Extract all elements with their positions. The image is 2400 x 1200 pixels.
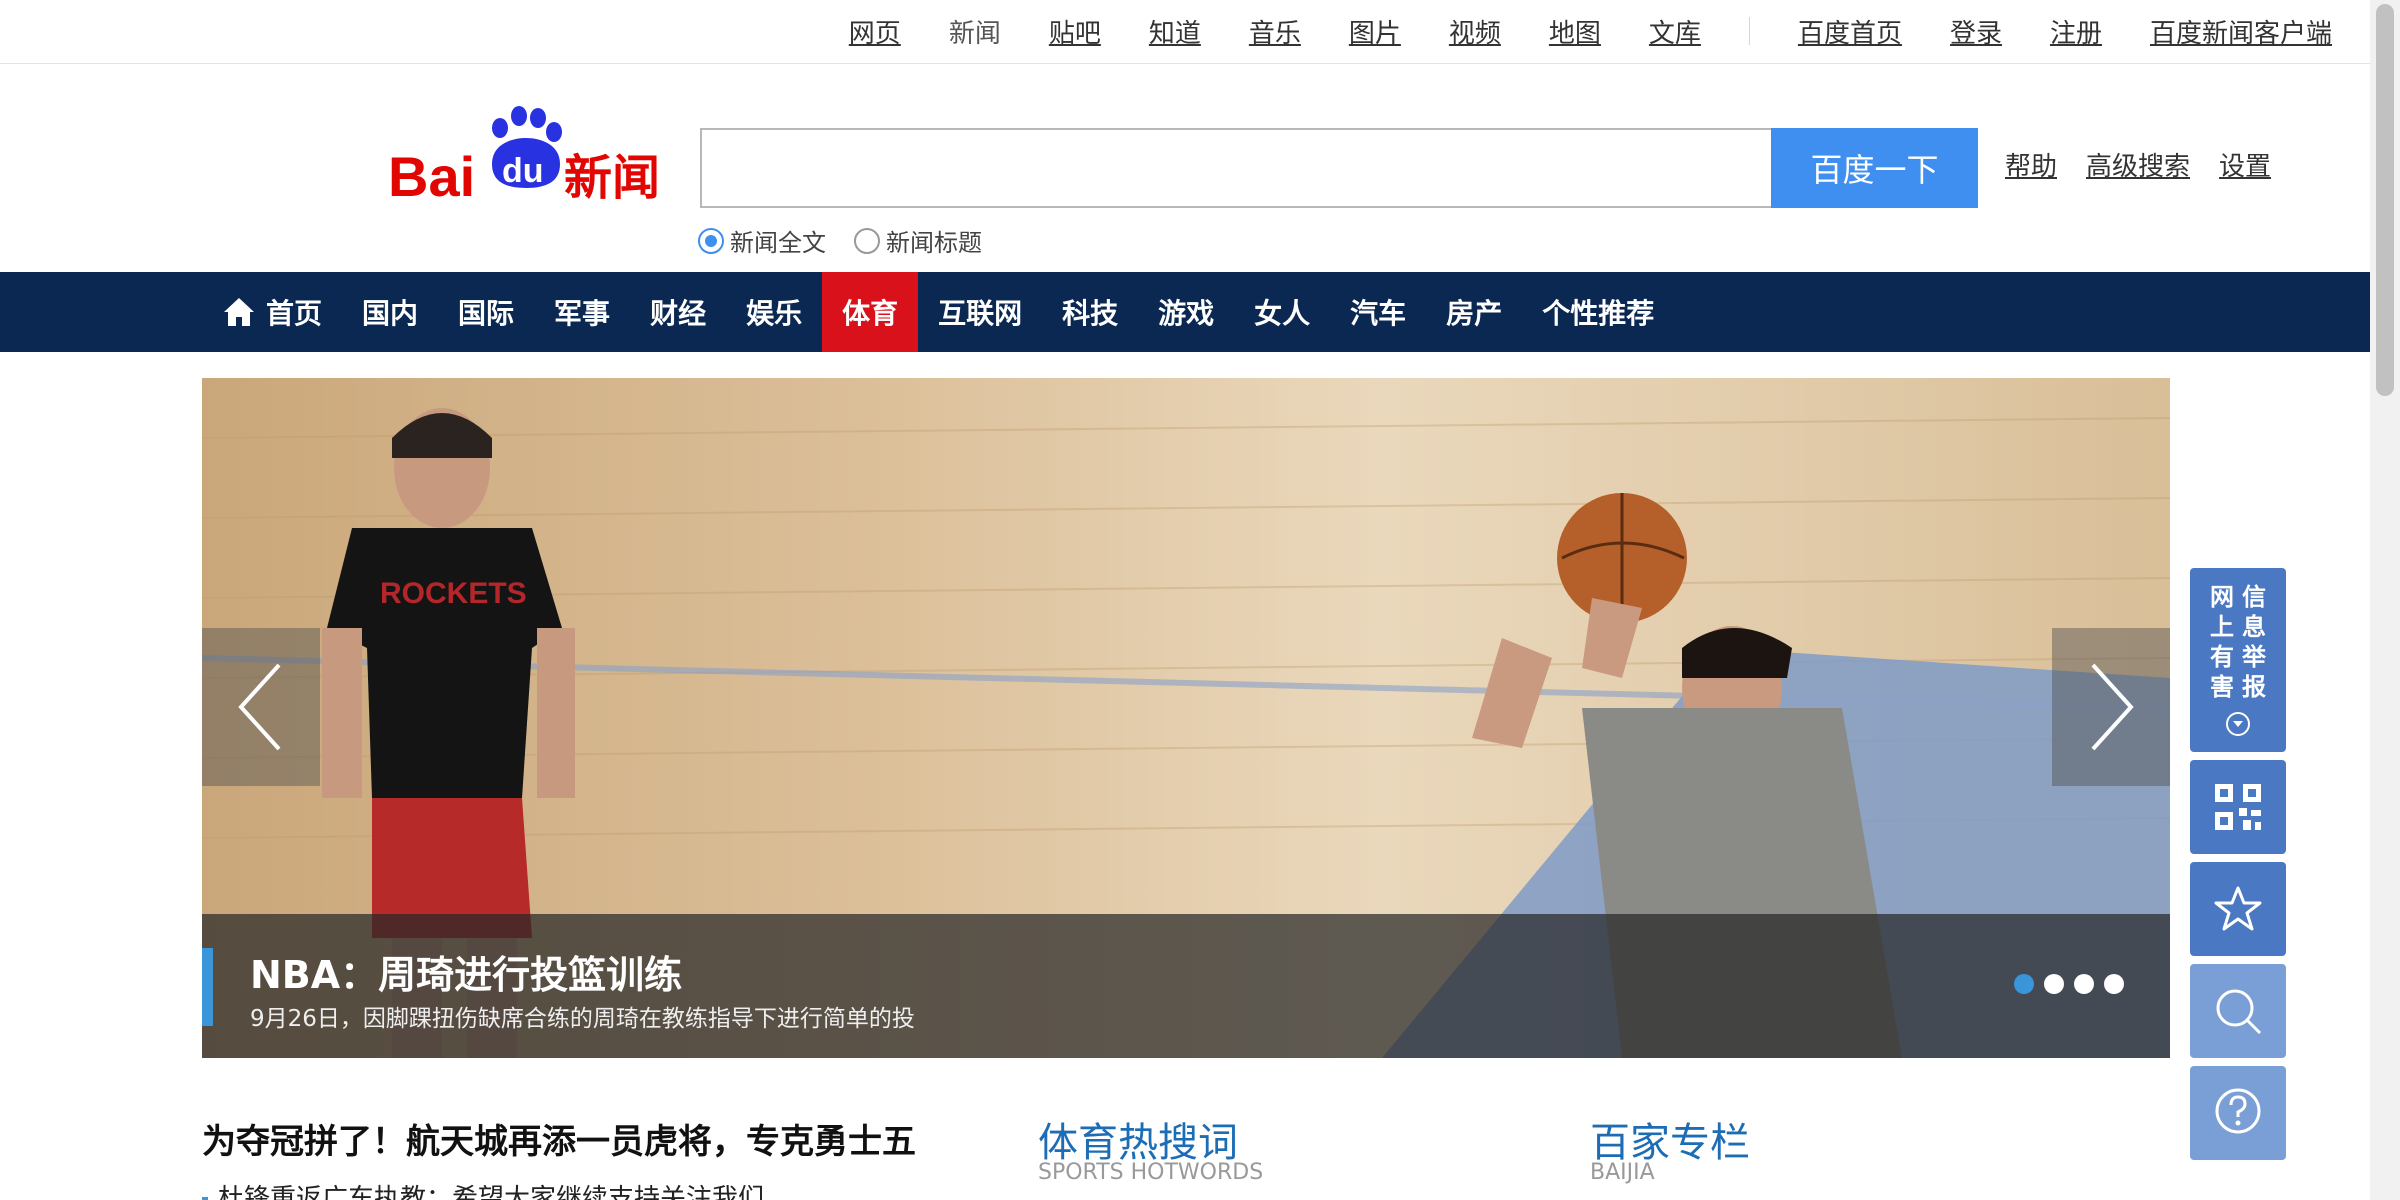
top-link-video[interactable]: 视频 (1449, 13, 1501, 50)
report-char: 息 (2242, 613, 2266, 641)
nav-item-tech[interactable]: 科技 (1042, 272, 1138, 352)
star-icon (2214, 886, 2262, 931)
nav-item-realestate[interactable]: 房产 (1426, 272, 1522, 352)
hero-slider[interactable]: ROCKETS NBA：周琦进行投篮训练 9月26日，因脚踝扭伤缺席合练的周琦在… (202, 378, 2170, 1058)
slider-caption[interactable]: NBA：周琦进行投篮训练 9月26日，因脚踝扭伤缺席合练的周琦在教练指导下进行简… (202, 914, 2170, 1058)
report-harmful-info-button[interactable]: 网 上 有 害 信 息 举 报 (2190, 568, 2286, 752)
search-box (700, 128, 1772, 208)
search-links: 帮助 高级搜索 设置 (2005, 146, 2300, 183)
report-char: 报 (2242, 673, 2266, 701)
search-button[interactable]: 百度一下 (1771, 128, 1978, 208)
nav-item-finance[interactable]: 财经 (630, 272, 726, 352)
slider-dot[interactable] (2104, 974, 2124, 994)
logo-news-text: 新闻 (564, 150, 660, 204)
qrcode-button[interactable] (2190, 760, 2286, 854)
logo-bai-text: Bai (388, 145, 475, 204)
radio-button-checked[interactable] (698, 227, 724, 254)
baidu-news-logo[interactable]: Bai du 新闻 (388, 104, 664, 208)
chevron-right-icon (2091, 663, 2134, 751)
slider-pagination (2004, 974, 2124, 994)
settings-link[interactable]: 设置 (2219, 146, 2271, 183)
top-link-tieba[interactable]: 贴吧 (1049, 13, 1101, 50)
nav-item-women[interactable]: 女人 (1234, 272, 1330, 352)
radio-button-unchecked[interactable] (854, 227, 880, 254)
top-link-register[interactable]: 注册 (2050, 13, 2102, 50)
top-link-news[interactable]: 新闻 (949, 13, 1001, 50)
search-input[interactable] (702, 130, 1772, 206)
help-float-button[interactable] (2190, 1066, 2286, 1160)
report-char: 举 (2242, 643, 2266, 671)
top-headline[interactable]: 为夺冠拼了！航天城再添一员虎将，专克勇士五 (202, 1114, 916, 1163)
nav-item-international[interactable]: 国际 (438, 272, 534, 352)
slider-dot[interactable] (2074, 974, 2094, 994)
baijia-subtitle: BAIJIA (1590, 1160, 1655, 1185)
top-link-map[interactable]: 地图 (1549, 13, 1601, 50)
top-link-music[interactable]: 音乐 (1249, 13, 1301, 50)
nav-item-auto[interactable]: 汽车 (1330, 272, 1426, 352)
scrollbar-thumb[interactable] (2376, 4, 2394, 396)
nav-item-entertainment[interactable]: 娱乐 (726, 272, 822, 352)
favorite-button[interactable] (2190, 862, 2286, 956)
top-link-images[interactable]: 图片 (1349, 13, 1401, 50)
top-bar: 网页 新闻 贴吧 知道 音乐 图片 视频 地图 文库 百度首页 登录 注册 百度… (0, 0, 2370, 64)
nav-item-domestic[interactable]: 国内 (342, 272, 438, 352)
slider-description: 9月26日，因脚踝扭伤缺席合练的周琦在教练指导下进行简单的投 (250, 1006, 915, 1032)
top-nav-divider (1748, 17, 1750, 45)
logo-du-text: du (502, 152, 544, 190)
top-link-wenku[interactable]: 文库 (1649, 13, 1701, 50)
jersey-text: ROCKETS (380, 577, 527, 610)
nav-item-home-label: 首页 (266, 297, 323, 330)
chevron-down-circle-icon (2226, 712, 2250, 736)
nav-item-games[interactable]: 游戏 (1138, 272, 1234, 352)
qrcode-icon (2215, 784, 2261, 830)
top-link-news-app[interactable]: 百度新闻客户端 (2150, 13, 2332, 50)
report-char: 信 (2242, 583, 2266, 611)
main-nav: 首页 国内 国际 军事 财经 娱乐 体育 互联网 科技 游戏 女人 汽车 房产 … (0, 272, 2370, 352)
slider-dot[interactable] (2014, 974, 2034, 994)
home-icon (224, 298, 254, 326)
radio-full-text-label: 新闻全文 (730, 229, 826, 257)
search-icon (2216, 989, 2262, 1035)
nav-item-military[interactable]: 军事 (534, 272, 630, 352)
slider-next-button[interactable] (2052, 628, 2170, 786)
chevron-left-icon (238, 663, 281, 751)
radio-full-text[interactable]: 新闻全文 (698, 223, 826, 258)
floating-sidebar: 网 上 有 害 信 息 举 报 (2190, 568, 2286, 1168)
report-char: 有 (2210, 643, 2234, 671)
report-char: 网 (2210, 583, 2234, 611)
help-link[interactable]: 帮助 (2005, 146, 2057, 183)
search-float-button[interactable] (2190, 964, 2286, 1058)
nav-item-personalized[interactable]: 个性推荐 (1522, 272, 1674, 352)
top-nav: 网页 新闻 贴吧 知道 音乐 图片 视频 地图 文库 百度首页 登录 注册 百度… (801, 0, 2332, 62)
top-link-zhidao[interactable]: 知道 (1149, 13, 1201, 50)
nav-item-sports[interactable]: 体育 (822, 272, 919, 352)
hotwords-subtitle: SPORTS HOTWORDS (1038, 1160, 1264, 1185)
report-char: 上 (2210, 613, 2234, 641)
report-char: 害 (2210, 673, 2234, 701)
slider-dot[interactable] (2044, 974, 2064, 994)
nav-item-home[interactable]: 首页 (202, 272, 342, 352)
slider-title[interactable]: NBA：周琦进行投篮训练 (250, 944, 682, 999)
caption-accent-bar (202, 948, 213, 1026)
radio-title-only-label: 新闻标题 (886, 229, 982, 257)
top-link-baidu-home[interactable]: 百度首页 (1798, 13, 1902, 50)
nav-item-internet[interactable]: 互联网 (918, 272, 1042, 352)
radio-title-only[interactable]: 新闻标题 (854, 223, 982, 258)
slider-prev-button[interactable] (202, 628, 320, 786)
search-scope-options: 新闻全文 新闻标题 (698, 223, 1010, 258)
page-scrollbar[interactable] (2370, 0, 2400, 1200)
advanced-search-link[interactable]: 高级搜索 (2086, 146, 2190, 183)
headline-sub-item[interactable]: 杜锋重返广东执教：希望大家继续支持关注我们 (202, 1178, 764, 1200)
top-link-login[interactable]: 登录 (1950, 13, 2002, 50)
top-link-web[interactable]: 网页 (849, 13, 901, 50)
question-bubble-icon (2215, 1088, 2261, 1134)
